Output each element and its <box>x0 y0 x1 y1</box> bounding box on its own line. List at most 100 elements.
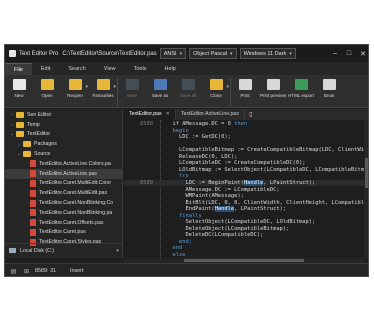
code-line: finally <box>124 213 364 220</box>
brow-button[interactable]: Brow <box>315 75 343 108</box>
html-export-button[interactable]: HTML export <box>287 75 315 108</box>
scrollbar-thumb[interactable] <box>365 158 368 188</box>
expanded-icon[interactable]: ⌄ <box>8 131 16 137</box>
maximize-button[interactable]: □ <box>342 45 356 62</box>
vertical-scrollbar[interactable] <box>364 120 368 258</box>
tab-1[interactable]: TextEditor.pas ✕ <box>124 109 176 120</box>
code-text: end <box>166 245 182 252</box>
tree-item-label: TextEditor.Caret.MultiEdit.pas <box>39 190 108 197</box>
folder-item[interactable]: › Packages <box>5 139 122 149</box>
ribbon-button-label: Reopen <box>67 93 83 98</box>
pas-file-icon <box>30 199 36 207</box>
folder-tree: › Sen Editor › Temp ⌄ TextEditor › Packages ⌄ Sou… <box>5 109 122 247</box>
close-button[interactable]: ✕ <box>356 45 368 62</box>
pas-file-icon <box>30 179 36 187</box>
close-button[interactable]: Close ▾ <box>202 75 230 108</box>
menu-help[interactable]: Help <box>155 63 184 75</box>
folder-icon <box>16 121 24 128</box>
status-bar: ▤ ⊞ 8589: 31 Insert <box>5 263 368 276</box>
new-file-icon <box>12 79 26 90</box>
folder-item[interactable]: › Sen Editor <box>5 110 122 120</box>
window-controls: – □ ✕ <box>328 45 368 62</box>
save-as-button[interactable]: Save as <box>146 75 174 108</box>
pas-file-icon <box>30 170 36 178</box>
keyword-token: then <box>234 121 248 127</box>
keyword-token: try <box>166 173 189 180</box>
folder-icon <box>16 131 24 138</box>
chevron-down-icon[interactable]: ▾ <box>85 84 88 90</box>
pas-file-icon <box>30 209 36 217</box>
menu-file[interactable]: File <box>5 63 32 75</box>
file-item[interactable]: TextEditor.Caret.MultiEdit.pas <box>5 188 122 198</box>
file-path: C:\TextEditor\Source\TextEditor.pas <box>62 50 157 57</box>
bookmark-icon[interactable]: ▤ <box>9 267 18 276</box>
menu-view[interactable]: View <box>95 63 125 75</box>
pas-file-icon <box>30 219 36 227</box>
chevron-down-icon[interactable]: ▾ <box>226 84 229 90</box>
chevron-down-icon[interactable]: ▾ <box>113 84 116 90</box>
ribbon-button-label: Close <box>210 93 222 98</box>
favourites-button[interactable]: Favourites ▾ <box>89 75 117 108</box>
file-item[interactable]: TextEditor.ActiveLine.Colors.pa <box>5 159 122 169</box>
scrollbar-thumb[interactable] <box>184 259 304 262</box>
folder-icon <box>16 111 24 118</box>
folder-item[interactable]: ⌄ Source <box>5 149 122 159</box>
collapsed-icon[interactable]: › <box>15 142 23 147</box>
menu-tools[interactable]: Tools <box>125 63 156 75</box>
new-button[interactable]: New <box>5 75 33 108</box>
new-tab-icon[interactable]: ▯ <box>245 109 257 120</box>
code-token: DeleteObject(LCompatibleBitmap); <box>166 225 290 232</box>
print-preview-button[interactable]: Print preview <box>259 75 287 108</box>
title-bar: Text Editor Pro C:\TextEditor\Source\Tex… <box>5 45 368 62</box>
app-window: Text Editor Pro C:\TextEditor\Source\Tex… <box>4 44 369 277</box>
file-explorer: › Sen Editor › Temp ⌄ TextEditor › Packages ⌄ Sou… <box>5 109 123 258</box>
html-export-icon <box>294 79 308 90</box>
tree-item-label: TextEditor.Caret.Offsets.pas <box>39 219 104 226</box>
save-all-button: Save all <box>174 75 202 108</box>
reopen-folder-icon <box>68 79 82 90</box>
code-token: LOldBitmap := SelectObject(LCompatibleDC… <box>166 166 364 173</box>
code-token: ReleaseDC(0, LDC); <box>166 153 238 160</box>
code-editor[interactable]: 8588 if AMessage.DC = 0 then begin LDC :… <box>124 120 364 258</box>
ribbon-button-label: Save <box>126 93 138 98</box>
folder-item[interactable]: ⌄ TextEditor <box>5 130 122 140</box>
language-select[interactable]: Object Pascal ▾ <box>189 48 237 59</box>
drive-selector[interactable]: Local Disk (C:) ▾ <box>5 243 122 257</box>
menu-edit[interactable]: Edit <box>32 63 59 75</box>
line-number: 8589 <box>140 179 153 186</box>
ribbon-button-label: Print preview <box>259 93 286 98</box>
file-item[interactable]: TextEditor.Caret.NonBlinking.Co <box>5 198 122 208</box>
folder-item[interactable]: › Temp <box>5 120 122 130</box>
code-text: LCompatibleBitmap := CreateCompatibleBit… <box>166 147 364 154</box>
theme-select[interactable]: Windows 11 Dark ▾ <box>239 48 296 59</box>
tab-2[interactable]: TextEditor.ActiveLine.pas <box>176 109 245 120</box>
tree-item-label: Source <box>34 151 51 158</box>
print-button[interactable]: Print <box>231 75 259 108</box>
open-button[interactable]: Open <box>33 75 61 108</box>
file-item[interactable]: TextEditor.ActiveLine.pas <box>5 168 122 179</box>
reopen-button[interactable]: Reopen ▾ <box>61 75 89 108</box>
close-tab-icon[interactable]: ✕ <box>166 109 170 120</box>
minimize-button[interactable]: – <box>328 45 342 62</box>
file-item[interactable]: TextEditor.Caret.Offsets.pas <box>5 218 122 228</box>
theme-value: Windows 11 Dark <box>243 50 287 57</box>
expanded-icon[interactable]: ⌄ <box>15 151 23 157</box>
tree-item-label: TextEditor.Caret.MultiEdit.Color <box>39 180 112 187</box>
drive-label: Local Disk (C:) <box>20 247 55 254</box>
tree-item-label: Packages <box>34 141 57 148</box>
menu-search[interactable]: Search <box>59 63 94 75</box>
collapsed-icon[interactable]: › <box>8 112 16 117</box>
position-icon: ⊞ <box>23 268 30 275</box>
search-highlight: Handle <box>243 179 264 186</box>
collapsed-icon[interactable]: › <box>8 122 16 127</box>
folder-icon <box>23 141 31 148</box>
encoding-select[interactable]: ANSI ▾ <box>159 48 187 59</box>
code-token: if AMessage.DC = 0 <box>166 121 235 127</box>
file-item[interactable]: TextEditor.Caret.NonBlinking.pa <box>5 208 122 218</box>
ribbon-button-label: Save as <box>151 93 169 98</box>
file-item[interactable]: TextEditor.Caret.pas <box>5 228 122 238</box>
app-icon[interactable] <box>5 45 19 62</box>
open-folder-icon <box>40 79 54 90</box>
file-item[interactable]: TextEditor.Caret.MultiEdit.Color <box>5 179 122 189</box>
ribbon-button-label: Favourites <box>92 93 114 98</box>
